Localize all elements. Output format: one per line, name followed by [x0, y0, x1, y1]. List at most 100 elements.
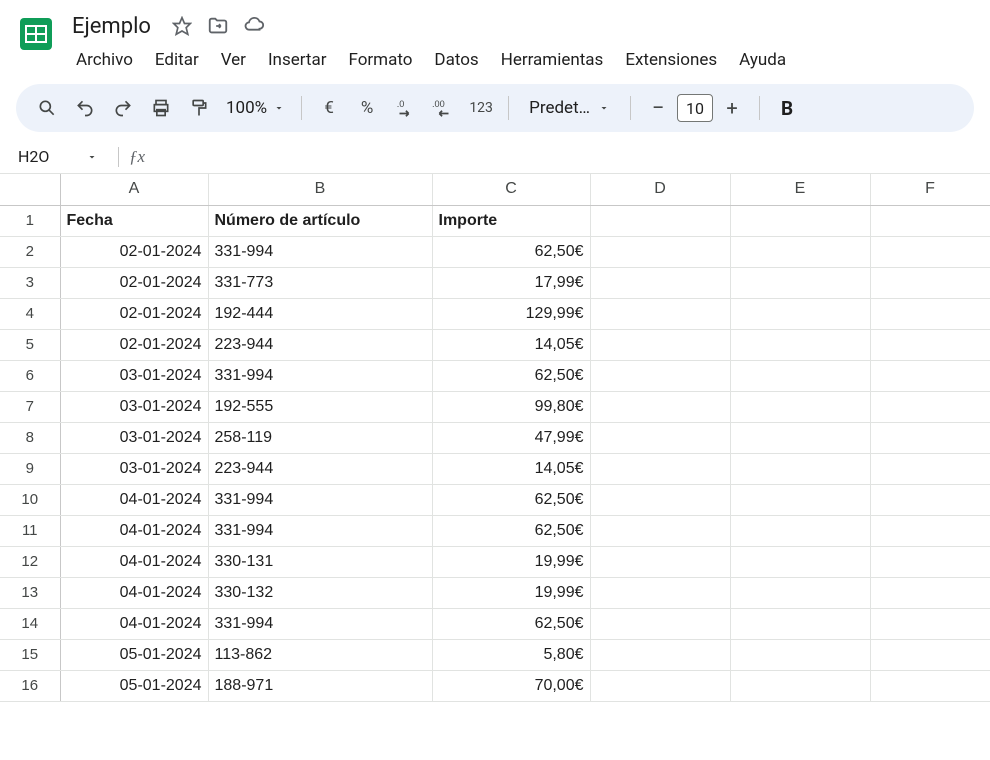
col-header-A[interactable]: A [60, 174, 208, 205]
select-all-corner[interactable] [0, 174, 60, 205]
cell[interactable]: 331-994 [208, 360, 432, 391]
cell[interactable]: 192-444 [208, 298, 432, 329]
cell[interactable]: Importe [432, 205, 590, 236]
redo-icon[interactable] [106, 91, 140, 125]
cell[interactable]: 331-994 [208, 236, 432, 267]
cell[interactable]: Número de artículo [208, 205, 432, 236]
cell[interactable]: 223-944 [208, 329, 432, 360]
cell[interactable] [590, 639, 730, 670]
cell[interactable]: 03-01-2024 [60, 391, 208, 422]
cell[interactable]: 223-944 [208, 453, 432, 484]
cell[interactable] [730, 639, 870, 670]
cell[interactable]: 04-01-2024 [60, 546, 208, 577]
star-icon[interactable] [171, 15, 193, 37]
cell[interactable] [870, 639, 990, 670]
cell[interactable] [590, 515, 730, 546]
cell[interactable]: 02-01-2024 [60, 329, 208, 360]
cell[interactable]: 62,50€ [432, 484, 590, 515]
cell[interactable] [590, 422, 730, 453]
cell[interactable] [870, 391, 990, 422]
cell[interactable] [590, 608, 730, 639]
paint-format-icon[interactable] [182, 91, 216, 125]
cell[interactable]: 192-555 [208, 391, 432, 422]
cell[interactable] [870, 205, 990, 236]
cell[interactable]: 330-131 [208, 546, 432, 577]
move-folder-icon[interactable] [207, 15, 229, 37]
font-size-input[interactable]: 10 [677, 94, 713, 122]
menu-ayuda[interactable]: Ayuda [729, 46, 796, 74]
cell[interactable]: Fecha [60, 205, 208, 236]
cell[interactable]: 70,00€ [432, 670, 590, 701]
cell[interactable] [870, 329, 990, 360]
cell[interactable]: 04-01-2024 [60, 577, 208, 608]
cell[interactable]: 03-01-2024 [60, 360, 208, 391]
cell[interactable] [590, 329, 730, 360]
col-header-D[interactable]: D [590, 174, 730, 205]
row-header[interactable]: 5 [0, 329, 60, 360]
increase-font-size-button[interactable]: + [715, 91, 749, 125]
cell[interactable] [730, 453, 870, 484]
spreadsheet-grid[interactable]: A B C D E F 1FechaNúmero de artículoImpo… [0, 174, 990, 702]
cell[interactable]: 129,99€ [432, 298, 590, 329]
cell[interactable]: 99,80€ [432, 391, 590, 422]
search-icon[interactable] [30, 91, 64, 125]
cell[interactable] [590, 298, 730, 329]
row-header[interactable]: 8 [0, 422, 60, 453]
row-header[interactable]: 6 [0, 360, 60, 391]
cloud-status-icon[interactable] [243, 15, 265, 37]
cell[interactable] [870, 267, 990, 298]
row-header[interactable]: 9 [0, 453, 60, 484]
cell[interactable] [590, 267, 730, 298]
cell[interactable]: 05-01-2024 [60, 639, 208, 670]
cell[interactable] [730, 267, 870, 298]
cell[interactable] [730, 329, 870, 360]
cell[interactable] [730, 360, 870, 391]
cell[interactable] [590, 205, 730, 236]
cell[interactable] [730, 205, 870, 236]
cell[interactable] [870, 298, 990, 329]
print-icon[interactable] [144, 91, 178, 125]
chevron-down-icon[interactable] [86, 151, 108, 163]
cell[interactable] [590, 546, 730, 577]
cell[interactable]: 5,80€ [432, 639, 590, 670]
menu-extensiones[interactable]: Extensiones [615, 46, 727, 74]
cell[interactable] [730, 546, 870, 577]
cell[interactable] [870, 577, 990, 608]
cell[interactable] [590, 453, 730, 484]
cell[interactable] [730, 515, 870, 546]
cell[interactable]: 62,50€ [432, 360, 590, 391]
cell[interactable] [730, 484, 870, 515]
cell[interactable]: 331-773 [208, 267, 432, 298]
cell[interactable] [730, 577, 870, 608]
col-header-E[interactable]: E [730, 174, 870, 205]
cell[interactable]: 331-994 [208, 515, 432, 546]
col-header-F[interactable]: F [870, 174, 990, 205]
menu-datos[interactable]: Datos [424, 46, 488, 74]
cell[interactable]: 19,99€ [432, 577, 590, 608]
cell[interactable]: 331-994 [208, 484, 432, 515]
menu-insertar[interactable]: Insertar [258, 46, 337, 74]
cell[interactable]: 03-01-2024 [60, 453, 208, 484]
row-header[interactable]: 3 [0, 267, 60, 298]
row-header[interactable]: 1 [0, 205, 60, 236]
undo-icon[interactable] [68, 91, 102, 125]
cell[interactable] [590, 670, 730, 701]
cell[interactable]: 17,99€ [432, 267, 590, 298]
decrease-font-size-button[interactable]: − [641, 91, 675, 125]
cell[interactable]: 19,99€ [432, 546, 590, 577]
row-header[interactable]: 4 [0, 298, 60, 329]
cell[interactable] [590, 236, 730, 267]
cell[interactable]: 05-01-2024 [60, 670, 208, 701]
row-header[interactable]: 2 [0, 236, 60, 267]
cell[interactable]: 113-862 [208, 639, 432, 670]
cell[interactable] [730, 236, 870, 267]
cell[interactable]: 14,05€ [432, 453, 590, 484]
row-header[interactable]: 13 [0, 577, 60, 608]
sheets-logo-icon[interactable] [16, 14, 56, 54]
cell[interactable] [870, 484, 990, 515]
cell[interactable]: 331-994 [208, 608, 432, 639]
percent-format-button[interactable]: % [350, 91, 384, 125]
cell[interactable] [590, 577, 730, 608]
row-header[interactable]: 10 [0, 484, 60, 515]
document-title[interactable]: Ejemplo [66, 12, 157, 41]
